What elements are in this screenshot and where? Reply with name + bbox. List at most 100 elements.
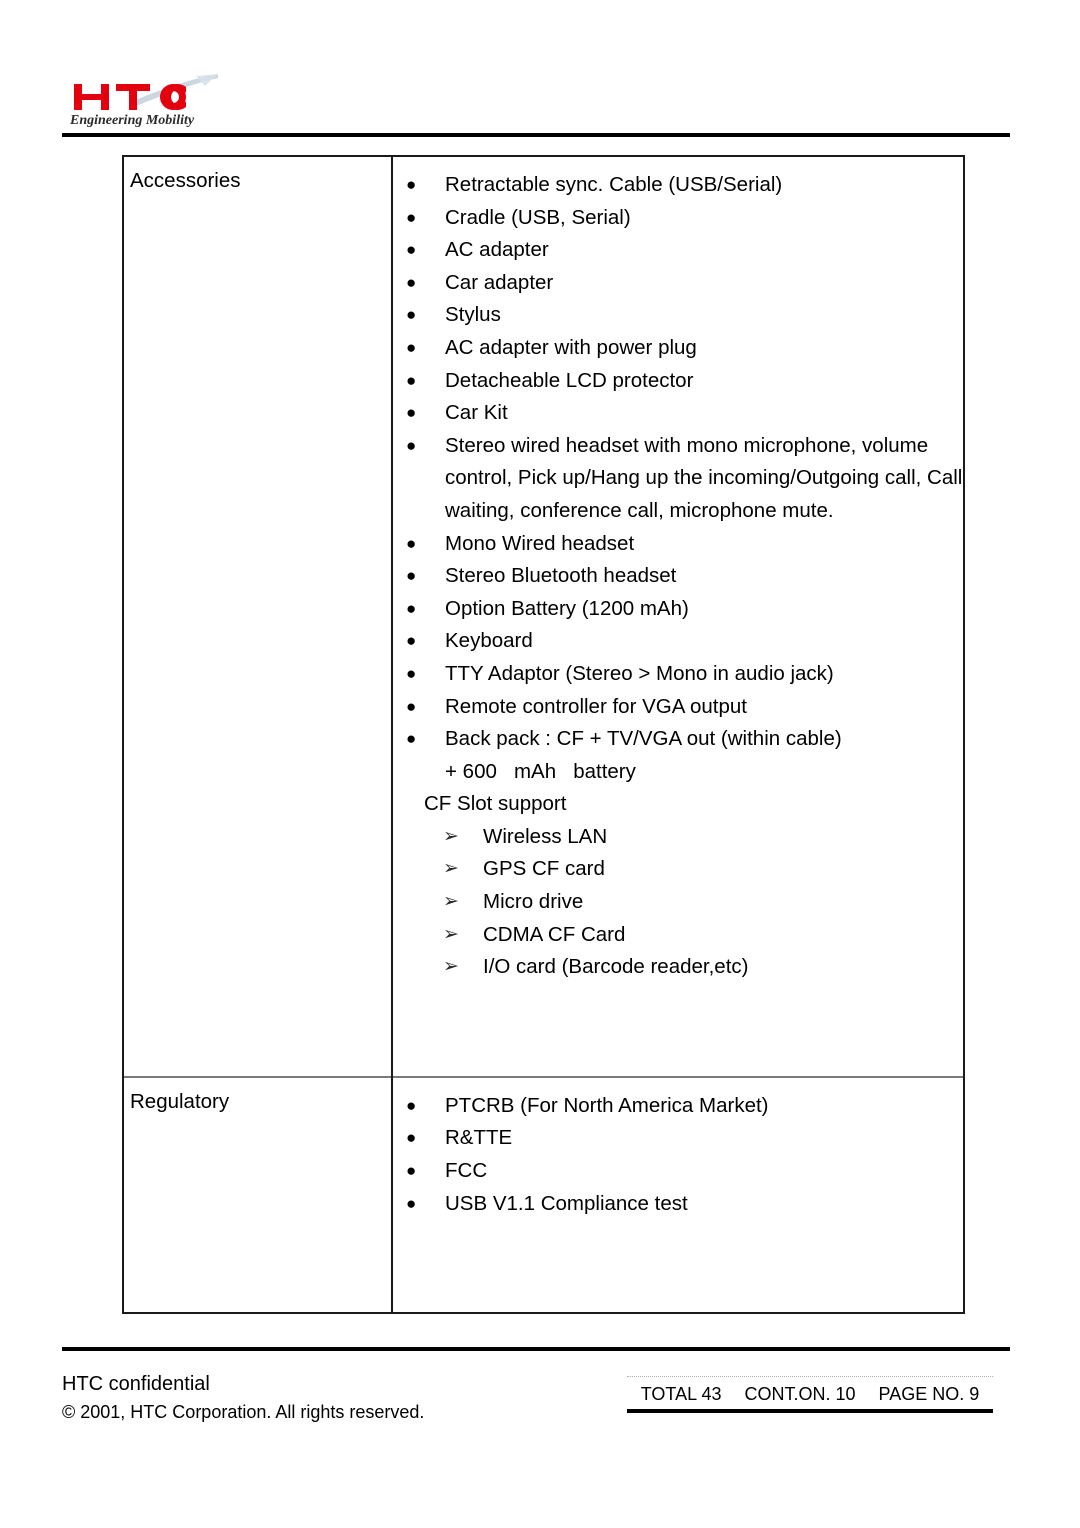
list-item: ➢ Micro drive <box>393 886 963 919</box>
arrow-bullet-icon: ➢ <box>443 891 459 913</box>
footer-page-info: TOTAL 43 CONT.ON. 10 PAGE NO. 9 <box>627 1376 993 1413</box>
list-item-label: Retractable sync. Cable (USB/Serial) <box>445 173 783 196</box>
list-item-label: Stylus <box>445 303 501 327</box>
list-item-label: FCC <box>445 1159 488 1183</box>
list-item-label: PTCRB (For North America Market) <box>445 1093 769 1117</box>
accessories-bottom-spacer <box>393 994 963 1076</box>
list-item: ● Detacheable LCD protector <box>393 365 963 398</box>
list-item-label: Wireless LAN <box>483 824 608 848</box>
footer-continued-on: CONT.ON. 10 <box>744 1384 856 1404</box>
row-value-cell-regulatory: ● PTCRB (For North America Market) ● R&TTE ●… <box>392 1075 963 1313</box>
list-item-label: USB V1.1 Compliance test <box>445 1191 688 1215</box>
row-label-cell-accessories: Accessories <box>124 157 393 1077</box>
list-item-label: Car adapter <box>445 270 554 294</box>
list-item-label: + 600 mAh battery <box>445 759 636 783</box>
list-item: ● R&TTE <box>393 1122 963 1155</box>
list-item: ● FCC <box>393 1155 963 1188</box>
row-value-cell-accessories: ● Retractable sync. Cable (USB/Serial) ● Cr… <box>392 157 963 1077</box>
list-item: ● Car adapter <box>393 267 963 300</box>
table-row-accessories: Accessories ● Retractable sync. Cable (US… <box>124 157 963 1077</box>
list-item-label: Stereo wired headset with mono microphon… <box>445 433 963 522</box>
list-item-label: Mono Wired headset <box>445 531 635 555</box>
bullet-icon: ● <box>406 566 417 586</box>
list-item: ● Retractable sync. Cable (USB/Serial) <box>393 169 963 202</box>
row-label-accessories: Accessories <box>130 169 241 192</box>
bullet-icon: ● <box>406 1095 417 1115</box>
list-item-label: I/O card (Barcode reader,etc) <box>483 955 749 979</box>
bullet-icon: ● <box>406 631 417 651</box>
footer-total: TOTAL 43 <box>640 1384 722 1404</box>
bullet-icon: ● <box>406 207 417 227</box>
arrow-bullet-icon: ➢ <box>443 956 459 978</box>
list-item: ● Stylus <box>393 299 963 332</box>
list-item: ● PTCRB (For North America Market) <box>393 1090 963 1123</box>
footer-copyright: © 2001, HTC Corporation. All rights rese… <box>62 1402 425 1422</box>
arrow-bullet-icon: ➢ <box>443 825 459 847</box>
row-label-regulatory: Regulatory <box>130 1089 230 1113</box>
list-item: ● Stereo Bluetooth headset <box>393 560 963 593</box>
accessories-list: ● Retractable sync. Cable (USB/Serial) ● Cr… <box>393 157 963 994</box>
list-item: ● Stereo wired headset with mono micropho… <box>393 430 963 528</box>
header-divider <box>62 133 1010 137</box>
list-item: ● Car Kit <box>393 397 963 430</box>
list-item-label: AC adapter with power plug <box>445 335 697 359</box>
bullet-icon: ● <box>406 729 417 749</box>
regulatory-bottom-spacer <box>393 1230 963 1312</box>
arrow-bullet-icon: ➢ <box>443 923 459 945</box>
footer-divider <box>62 1347 1010 1351</box>
bullet-icon: ● <box>406 1193 417 1213</box>
list-item: CF Slot support <box>393 788 963 821</box>
list-item: ➢ I/O card (Barcode reader,etc) <box>393 951 963 984</box>
list-item-label: AC adapter <box>445 238 549 262</box>
bullet-icon: ● <box>406 1128 417 1148</box>
logo-tagline: Engineering Mobility <box>69 113 195 128</box>
bullet-icon: ● <box>406 272 417 292</box>
list-item-label: Stereo Bluetooth headset <box>445 564 677 588</box>
list-item-label: GPS CF card <box>483 857 605 881</box>
list-item: ➢ Wireless LAN <box>393 821 963 854</box>
bullet-icon: ● <box>406 435 417 455</box>
bullet-icon: ● <box>406 696 417 716</box>
htc-logo: Engineering Mobility <box>68 72 228 130</box>
row-label-cell-regulatory: Regulatory <box>124 1075 393 1313</box>
list-item-label: R&TTE <box>445 1126 513 1150</box>
list-item-label: Remote controller for VGA output <box>445 694 747 718</box>
page-header: Engineering Mobility <box>0 0 1080 140</box>
list-item-label: Micro drive <box>483 890 584 914</box>
list-item-label: TTY Adaptor (Stereo > Mono in audio jack… <box>445 661 834 685</box>
list-item-label: CDMA CF Card <box>483 922 626 946</box>
list-item: + 600 mAh battery <box>393 756 963 789</box>
list-item: ➢ CDMA CF Card <box>393 919 963 952</box>
specification-table: Accessories ● Retractable sync. Cable (US… <box>122 155 965 1315</box>
regulatory-list: ● PTCRB (For North America Market) ● R&TTE ●… <box>393 1078 963 1230</box>
footer-page-no: PAGE NO. 9 <box>878 1384 980 1404</box>
list-item-label: Option Battery (1200 mAh) <box>445 596 689 620</box>
bullet-icon: ● <box>406 370 417 390</box>
list-item: ● Option Battery (1200 mAh) <box>393 593 963 626</box>
list-item-label: Cradle (USB, Serial) <box>445 205 631 229</box>
list-item: ● TTY Adaptor (Stereo > Mono in audio jac… <box>393 658 963 691</box>
bullet-icon: ● <box>406 663 417 683</box>
bullet-icon: ● <box>406 240 417 260</box>
list-item: ● Back pack : CF + TV/VGA out (within cab… <box>393 723 963 756</box>
bullet-icon: ● <box>406 403 417 423</box>
list-item-label: Car Kit <box>445 401 508 425</box>
list-item-label: CF Slot support <box>424 792 567 816</box>
list-item: ● AC adapter with power plug <box>393 332 963 365</box>
table-row-regulatory: Regulatory ● PTCRB (For North America Mar… <box>124 1075 963 1313</box>
list-item: ➢ GPS CF card <box>393 853 963 886</box>
bullet-icon: ● <box>406 1161 417 1181</box>
arrow-bullet-icon: ➢ <box>443 858 459 880</box>
list-item: ● USB V1.1 Compliance test <box>393 1188 963 1221</box>
bullet-icon: ● <box>406 598 417 618</box>
bullet-icon: ● <box>406 305 417 325</box>
list-item-label: Keyboard <box>445 629 533 653</box>
list-item: ● Mono Wired headset <box>393 528 963 561</box>
list-item: ● Keyboard <box>393 625 963 658</box>
list-item-label: Detacheable LCD protector <box>445 368 694 392</box>
list-item: ● Remote controller for VGA output <box>393 691 963 724</box>
bullet-icon: ● <box>406 533 417 553</box>
list-item-label: Back pack : CF + TV/VGA out (within cabl… <box>445 727 842 751</box>
bullet-icon: ● <box>406 337 417 357</box>
list-item: ● AC adapter <box>393 234 963 267</box>
